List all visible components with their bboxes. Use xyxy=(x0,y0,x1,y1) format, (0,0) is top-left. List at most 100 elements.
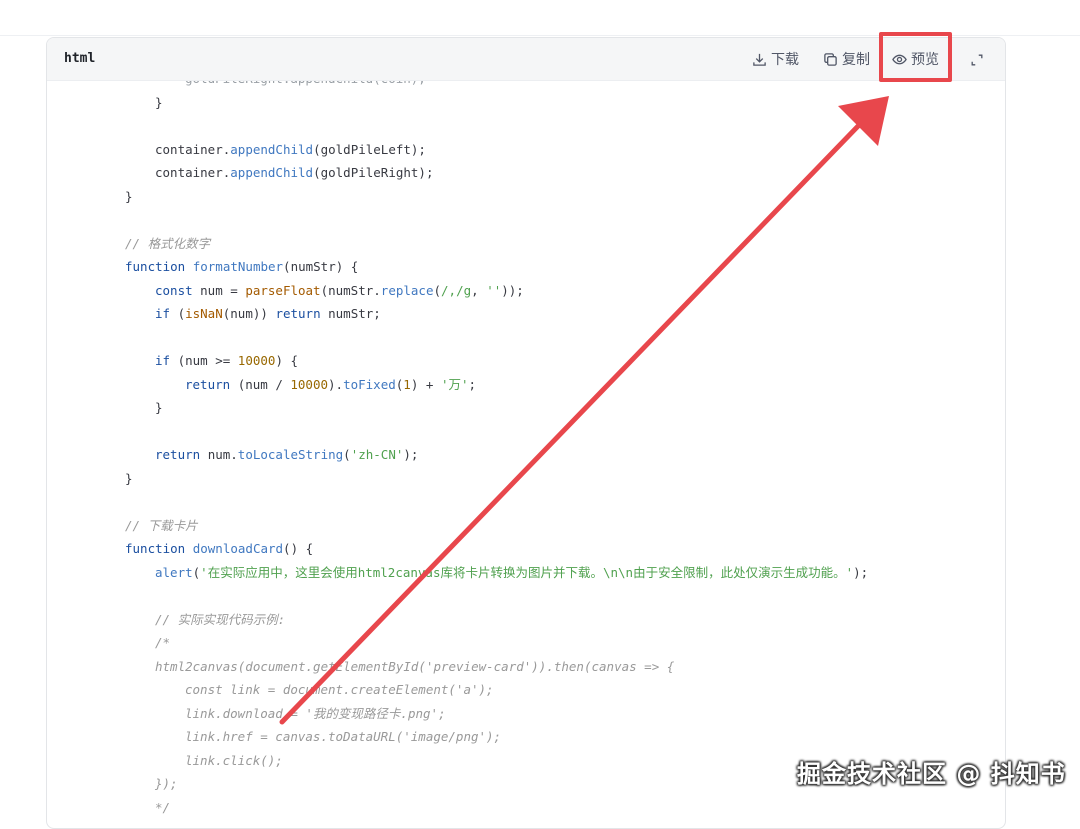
code-token: (num >= xyxy=(177,353,238,368)
copy-label: 复制 xyxy=(842,51,870,67)
code-line: goldPileRight.appendChild(coin); xyxy=(185,81,426,90)
code-token: html2canvas(document.getElementById('pre… xyxy=(155,658,675,674)
code-token: container. xyxy=(155,165,231,180)
code-line: } xyxy=(155,91,163,114)
code-token: ( xyxy=(433,282,442,298)
code-token: function xyxy=(125,541,193,556)
code-line: if (num >= 10000) { xyxy=(155,349,298,372)
code-line: } xyxy=(125,467,133,490)
code-token: toLocaleString xyxy=(237,447,344,462)
code-body: goldPileRight.appendChild(coin);} contain… xyxy=(47,81,1005,828)
code-token: goldPileRight.appendChild(coin); xyxy=(185,81,426,86)
code-token: (numStr. xyxy=(320,282,381,298)
code-token: replace xyxy=(380,282,434,298)
code-token: link.click(); xyxy=(185,752,283,768)
code-line: const num = parseFloat(numStr.replace(/,… xyxy=(155,279,524,302)
code-token: link.download = '我的变现路径卡.png'; xyxy=(185,705,446,721)
code-token: link.href = canvas.toDataURL('image/png'… xyxy=(185,729,502,744)
code-token: 10000 xyxy=(237,353,276,368)
code-token: } xyxy=(155,94,163,110)
code-line: // 格式化数字 xyxy=(125,232,210,255)
code-token: // 格式化数字 xyxy=(125,235,211,251)
download-button[interactable]: 下载 xyxy=(752,49,799,69)
code-line: const link = document.createElement('a')… xyxy=(185,678,494,701)
code-token: alert xyxy=(155,564,193,580)
code-line: html2canvas(document.getElementById('pre… xyxy=(155,655,674,678)
code-line: container.appendChild(goldPileRight); xyxy=(155,161,433,184)
code-token: function xyxy=(125,259,193,274)
code-line: link.click(); xyxy=(185,749,283,772)
code-line: return num.toLocaleString('zh-CN'); xyxy=(155,443,418,466)
code-language-label: html xyxy=(64,51,96,66)
code-token: 'zh-CN' xyxy=(350,447,404,462)
code-token: () { xyxy=(283,541,314,556)
code-token: formatNumber xyxy=(192,259,284,274)
code-line: */ xyxy=(155,796,170,819)
code-token: if xyxy=(155,353,178,368)
code-token: parseFloat xyxy=(245,282,321,298)
copy-button[interactable]: 复制 xyxy=(823,49,870,69)
code-token: (num / xyxy=(237,376,291,392)
code-token: } xyxy=(125,470,133,486)
watermark: 掘金技术社区 @ 抖知书 xyxy=(797,760,1066,788)
code-token: return xyxy=(275,306,329,321)
code-token: }); xyxy=(155,776,178,791)
code-line: function downloadCard() { xyxy=(125,537,313,560)
code-token: } xyxy=(155,400,163,415)
code-token: /,/g xyxy=(441,282,472,298)
code-line: // 实际实现代码示例: xyxy=(155,608,285,631)
code-token: const link = document.createElement('a')… xyxy=(185,682,494,697)
code-token: ) + xyxy=(410,376,441,392)
code-token: return xyxy=(185,376,238,392)
code-token: 1 xyxy=(403,376,411,392)
code-token: , xyxy=(471,282,487,298)
code-block: html 下载 复制 预览 goldPileRight.appendChild( xyxy=(46,37,1006,829)
code-token: (goldPileRight); xyxy=(313,165,434,180)
code-token: /* xyxy=(155,635,171,650)
code-token: numStr; xyxy=(328,306,381,321)
code-line: } xyxy=(125,185,133,208)
code-token: '' xyxy=(486,282,502,298)
code-block-header: html 下载 复制 预览 xyxy=(47,38,1005,81)
code-token: ( xyxy=(343,447,351,462)
code-line: } xyxy=(155,396,163,419)
code-token: 10000 xyxy=(290,376,329,392)
code-line: link.href = canvas.toDataURL('image/png'… xyxy=(185,725,501,748)
code-token: container. xyxy=(155,141,231,157)
code-token: isNaN xyxy=(185,306,223,321)
download-label: 下载 xyxy=(771,51,799,67)
code-token: ); xyxy=(403,447,419,462)
code-token: '在实际应用中，这里会使用html2canvas库将卡片转换为图片并下载。\n\… xyxy=(200,564,854,580)
code-token: (num)) xyxy=(222,306,276,321)
copy-icon xyxy=(824,52,837,66)
code-token: const xyxy=(155,282,201,298)
code-token: num = xyxy=(200,282,246,298)
code-token: '万' xyxy=(440,376,469,392)
code-token: appendChild xyxy=(230,165,314,180)
code-line: if (isNaN(num)) return numStr; xyxy=(155,302,381,325)
code-token: ). xyxy=(328,376,344,392)
code-token: appendChild xyxy=(230,141,314,157)
code-token: (goldPileLeft); xyxy=(313,141,426,157)
code-line: function formatNumber(numStr) { xyxy=(125,255,358,278)
code-token: ) { xyxy=(275,353,299,368)
code-token: // 下载卡片 xyxy=(125,517,198,533)
download-icon xyxy=(753,53,766,66)
code-token: )); xyxy=(501,282,524,298)
code-token: ); xyxy=(853,564,869,580)
code-token: (numStr) { xyxy=(283,259,359,274)
code-token: */ xyxy=(155,799,171,815)
code-line: }); xyxy=(155,772,178,795)
code-line: alert('在实际应用中，这里会使用html2canvas库将卡片转换为图片并… xyxy=(155,561,868,584)
code-token: return xyxy=(155,447,208,462)
code-token: } xyxy=(125,188,133,204)
code-token: // 实际实现代码示例: xyxy=(155,611,286,627)
preview-highlight-box xyxy=(879,32,952,82)
code-token: num. xyxy=(207,447,238,462)
code-line: /* xyxy=(155,631,170,654)
code-line: // 下载卡片 xyxy=(125,514,198,537)
expand-button[interactable] xyxy=(970,50,988,70)
expand-icon xyxy=(971,54,983,66)
code-token: if xyxy=(155,306,178,321)
code-token: ; xyxy=(468,376,477,392)
